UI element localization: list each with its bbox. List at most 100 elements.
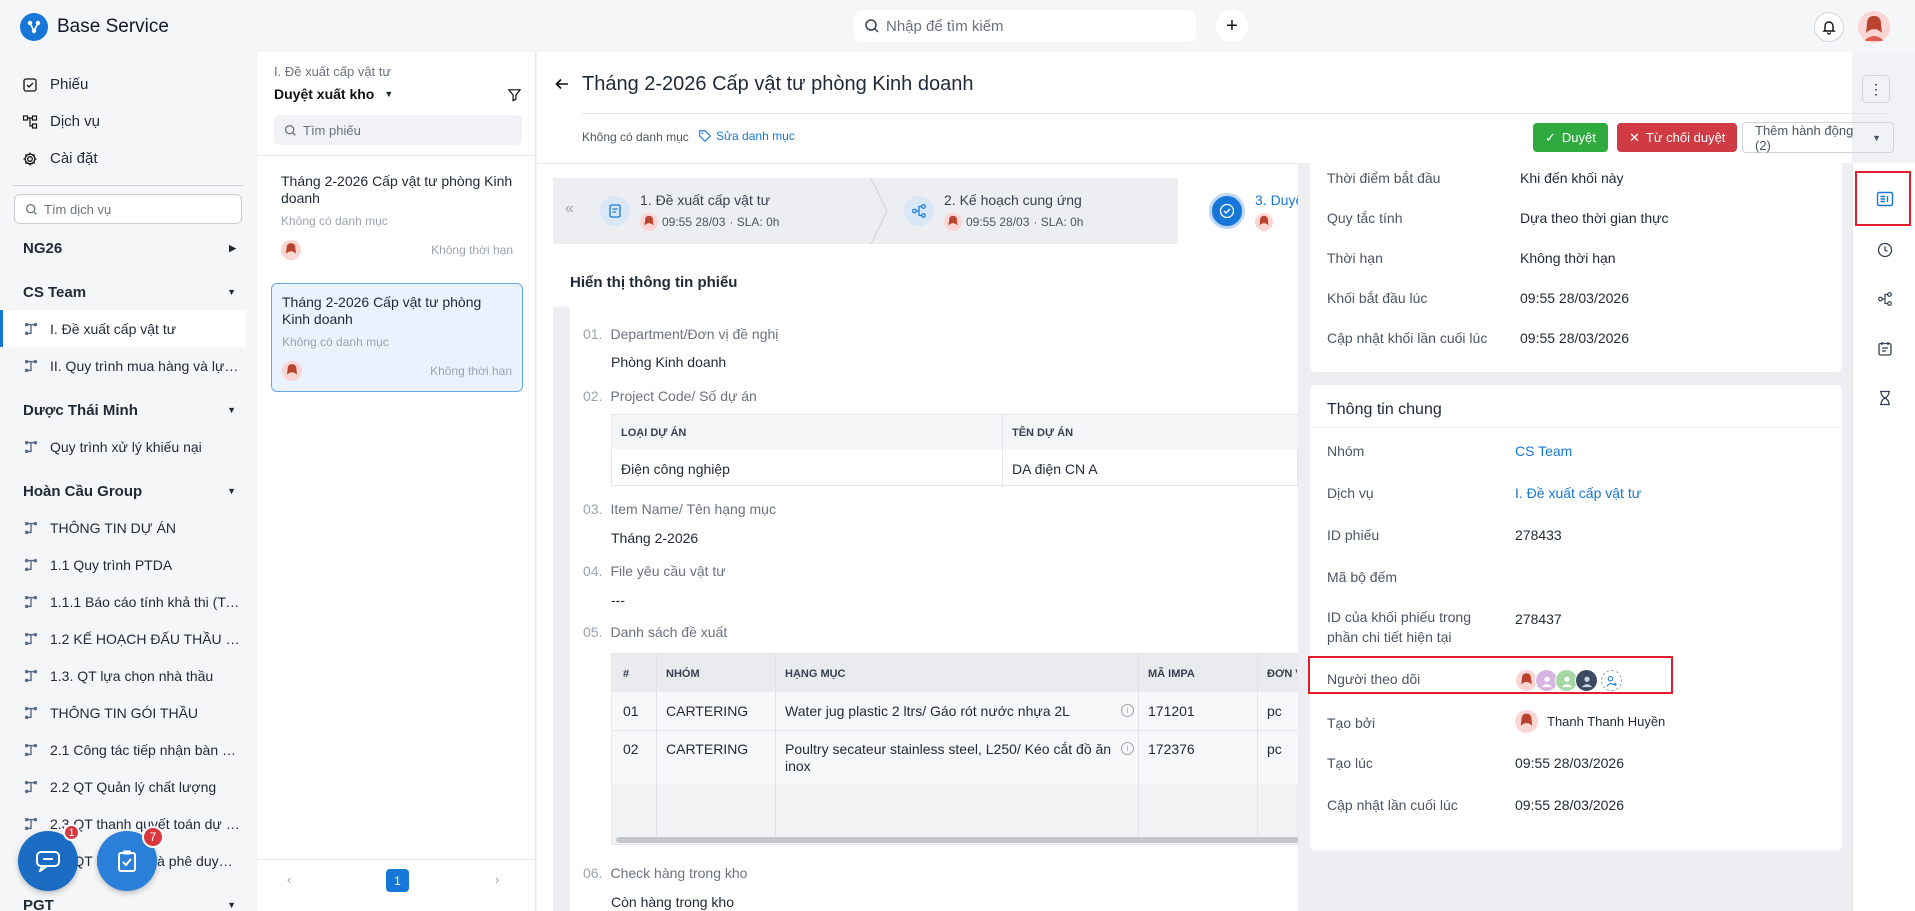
sidebar-item-xu-ly-khieu-nai[interactable]: Quy trình xử lý khiếu nại — [0, 428, 246, 465]
sidebar-item-thong-tin-goi-thau[interactable]: THÔNG TIN GÓI THẦU — [0, 694, 246, 731]
sidebar-nav-tickets[interactable]: Phiếu — [0, 66, 256, 103]
kebab-menu-icon[interactable]: ⋮ — [1862, 75, 1890, 103]
info-label: Cập nhật khối lần cuối lúc — [1327, 330, 1488, 346]
section-title: Hiển thị thông tin phiếu — [570, 274, 738, 291]
form-icon — [600, 196, 630, 226]
caret-down-icon: ▼ — [384, 89, 394, 99]
filter-icon[interactable] — [507, 87, 522, 102]
chat-badge: 1 — [63, 824, 80, 841]
notification-bell-icon[interactable] — [1814, 12, 1844, 42]
global-search-input[interactable] — [886, 17, 1176, 35]
user-avatar[interactable] — [1858, 11, 1890, 43]
service-flow-icon — [24, 440, 38, 454]
workflow-icon[interactable] — [1873, 287, 1897, 311]
ticket-card-deadline: Không thời hạn — [431, 243, 513, 257]
sidebar-item-ke-hoach-dau-thau[interactable]: 1.2 KẾ HOẠCH ĐẤU THẦU CHI TIẾT — [0, 620, 246, 657]
table-horizontal-scrollbar[interactable] — [616, 837, 1299, 843]
workflow-step-2[interactable]: 2. Kế hoạch cung ứng 09:55 28/03 · SLA: 0… — [904, 178, 1083, 244]
steps-prev-icon[interactable]: « — [565, 200, 574, 218]
sidebar-item-tiep-nhan-ban-giao[interactable]: 2.1 Công tác tiếp nhận bàn giao — [0, 731, 246, 768]
workflow-step-3-active[interactable]: 3. Duyệt xuất kho — [1209, 178, 1305, 244]
sidebar-group-cs-team[interactable]: CS Team ▼ — [0, 274, 256, 310]
ticket-card-selected[interactable]: Tháng 2-2026 Cấp vật tư phòng Kinh doanh… — [271, 283, 523, 392]
detail-panel: Thời điểm bắt đầu Khi đến khối này Quy t… — [1298, 153, 1852, 911]
view-selector[interactable]: Duyệt xuất kho ▼ — [274, 86, 393, 102]
caret-down-icon: ▼ — [227, 900, 236, 910]
table-cell: 02 — [623, 741, 639, 757]
sidebar-item-thong-tin-du-an[interactable]: THÔNG TIN DỰ ÁN — [0, 509, 246, 546]
info-value: 09:55 28/03/2026 — [1515, 755, 1624, 771]
info-label: Cập nhật lần cuối lúc — [1327, 797, 1458, 813]
gear-icon — [22, 151, 38, 167]
search-icon — [25, 203, 38, 216]
ticket-search[interactable]: Tìm phiếu — [274, 115, 522, 145]
global-search[interactable] — [854, 10, 1196, 42]
project-table-cell: Điện công nghiệp — [621, 461, 730, 477]
hourglass-icon[interactable] — [1873, 386, 1897, 410]
sidebar-nav-settings[interactable]: Cài đặt — [0, 140, 256, 177]
step-name: 2. Kế hoạch cung ứng — [944, 191, 1082, 208]
workflow-step-1[interactable]: 1. Đề xuất cấp vật tư 09:55 28/03 · SLA: … — [600, 178, 779, 244]
reject-button[interactable]: ✕ Từ chối duyệt — [1617, 123, 1738, 152]
approve-button[interactable]: ✓ Duyệt — [1533, 123, 1608, 152]
table-cell: Water jug plastic 2 ltrs/ Gáo rót nước n… — [785, 703, 1070, 719]
detail-icon-highlight — [1855, 171, 1911, 226]
caret-down-icon: ▼ — [227, 405, 236, 415]
table-cell: 171201 — [1148, 703, 1195, 719]
sidebar: Phiếu Dịch vụ Cài đặt Tìm dịch vụ NG26 ▶ … — [0, 52, 256, 911]
sidebar-item-ptda[interactable]: 1.1 Quy trình PTDA — [0, 546, 246, 583]
info-value: 09:55 28/03/2026 — [1520, 330, 1629, 346]
sidebar-group-ng26[interactable]: NG26 ▶ — [0, 230, 256, 266]
checklist-icon[interactable] — [1873, 337, 1897, 361]
sidebar-item-lua-chon-nha-thau[interactable]: 1.3. QT lựa chọn nhà thầu — [0, 657, 246, 694]
caret-down-icon: ▼ — [227, 486, 236, 496]
ticket-card[interactable]: Tháng 2-2026 Cấp vật tư phòng Kinh doanh… — [271, 163, 523, 270]
service-flow-icon — [24, 669, 38, 683]
current-page[interactable]: 1 — [386, 869, 409, 892]
items-table-header-cell: # — [623, 668, 630, 680]
info-label: Quy tắc tính — [1327, 210, 1403, 226]
caret-right-icon: ▶ — [229, 242, 236, 253]
more-actions-dropdown[interactable]: Thêm hành động (2) ▼ — [1742, 122, 1894, 153]
creator: Thanh Thanh Huyền — [1515, 710, 1665, 733]
next-page-icon[interactable]: › — [495, 872, 499, 887]
info-icon[interactable]: i — [1121, 742, 1134, 755]
table-cell: 01 — [623, 703, 639, 719]
items-table-header-cell: MÃ IMPA — [1148, 668, 1195, 680]
edit-category-link[interactable]: Sửa danh mục — [698, 129, 795, 143]
sidebar-item-bao-cao-kha-thi[interactable]: 1.1.1 Báo cáo tính khả thi (Tiền khả thi… — [0, 583, 246, 620]
field-department-value: Phòng Kinh doanh — [611, 354, 727, 370]
assignee-avatar — [282, 361, 302, 381]
step-assignee-avatar — [944, 212, 962, 231]
sidebar-item-de-xuat-cap-vat-tu[interactable]: I. Đề xuất cấp vật tư — [0, 310, 246, 347]
back-arrow-icon[interactable] — [554, 76, 570, 92]
caret-down-icon: ▼ — [1872, 132, 1881, 143]
prev-page-icon[interactable]: ‹ — [287, 872, 291, 887]
info-label: Thời hạn — [1327, 250, 1383, 266]
workflow-icon — [904, 196, 934, 226]
assignee-avatar — [281, 240, 301, 260]
clock-icon[interactable] — [1873, 238, 1897, 262]
flow-icon — [22, 114, 38, 130]
sidebar-item-quan-ly-chat-luong[interactable]: 2.2 QT Quản lý chất lượng — [0, 768, 246, 805]
info-value: Dựa theo thời gian thực — [1520, 210, 1669, 226]
sidebar-nav-services[interactable]: Dịch vụ — [0, 103, 256, 140]
items-table-header-cell: ĐƠN VỊ — [1267, 668, 1297, 680]
service-link[interactable]: I. Đề xuất cấp vật tư — [1515, 485, 1641, 501]
brand[interactable]: Base Service — [20, 13, 169, 41]
sidebar-group-hoan-cau[interactable]: Hoàn Cầu Group ▼ — [0, 473, 256, 509]
info-label: Tạo bởi — [1327, 715, 1376, 731]
field-file-value: --- — [611, 592, 625, 608]
col-divider — [775, 654, 776, 839]
sidebar-item-quy-trinh-mua-hang[interactable]: II. Quy trình mua hàng và lựa chọn nhà c… — [0, 347, 246, 384]
service-search[interactable]: Tìm dịch vụ — [14, 194, 242, 224]
service-flow-icon — [24, 780, 38, 794]
info-value: 09:55 28/03/2026 — [1515, 797, 1624, 813]
sidebar-group-duoc-thai-minh[interactable]: Dược Thái Minh ▼ — [0, 392, 256, 428]
info-label: Khối bắt đầu lúc — [1327, 290, 1428, 306]
info-icon[interactable]: i — [1121, 704, 1134, 717]
group-link[interactable]: CS Team — [1515, 443, 1572, 459]
table-cell: CARTERING — [666, 741, 749, 757]
add-button[interactable]: + — [1216, 10, 1248, 42]
title-divider — [582, 113, 1890, 114]
